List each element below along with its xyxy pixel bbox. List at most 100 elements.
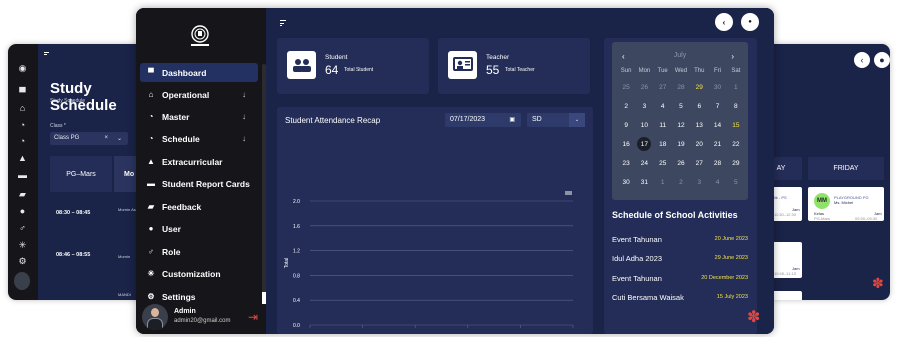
calendar-day[interactable]: 5 (672, 103, 690, 110)
user-icon[interactable]: ● (18, 207, 27, 216)
chevron-down-icon[interactable]: ↓ (242, 134, 246, 143)
calendar-day[interactable]: 4 (654, 103, 672, 110)
sidebar-item-customization[interactable]: ✳ Customization (140, 264, 258, 283)
calendar-day[interactable]: 31 (635, 179, 653, 186)
sidebar-item-user[interactable]: ● User (140, 219, 258, 238)
calendar-day[interactable]: 13 (690, 122, 708, 129)
back-icon[interactable]: ‹ (715, 13, 733, 31)
calendar-day[interactable]: 4 (708, 179, 726, 186)
sidebar-item-student-report-cards[interactable]: ▬ Student Report Cards (140, 174, 258, 193)
calendar-day[interactable]: 8 (727, 103, 745, 110)
calendar-day[interactable]: 23 (617, 160, 635, 167)
chevron-down-icon[interactable]: ↓ (242, 112, 246, 121)
teacher-icon (448, 51, 477, 79)
extracurricular-icon[interactable]: ▲ (18, 154, 27, 163)
calendar-day[interactable]: 11 (654, 122, 672, 129)
calendar-day[interactable]: 27 (654, 84, 672, 91)
menu-toggle-icon[interactable] (280, 20, 286, 26)
calendar-day[interactable]: 21 (708, 141, 726, 148)
date-picker[interactable]: 07/17/2023 ▣ (445, 113, 521, 127)
breadcrumb: Study Schedule (50, 98, 86, 104)
sidebar-item-extracurricular[interactable]: ▲ Extracurricular (140, 152, 258, 171)
activity-item[interactable]: Cuti Bersama Waisak 15 July 2023 (612, 293, 748, 307)
calendar-day[interactable]: 10 (635, 122, 653, 129)
sidebar-item-role[interactable]: ♂ Role (140, 242, 258, 261)
activity-item[interactable]: Idul Adha 2023 29 June 2023 (612, 254, 748, 268)
calendar-day[interactable]: 28 (708, 160, 726, 167)
sidebar-item-label: Student Report Cards (162, 178, 250, 189)
calendar-day[interactable]: 25 (654, 160, 672, 167)
avatar[interactable] (14, 272, 30, 290)
admin-profile[interactable]: Admin admin20@gmail.com ⇥ (140, 304, 262, 330)
weekday-label: Mon (638, 68, 651, 74)
calendar-day[interactable]: 3 (635, 103, 653, 110)
activity-item[interactable]: Event Tahunan 20 June 2023 (612, 235, 748, 249)
sidebar-item-dashboard[interactable]: ▀ Dashboard (140, 63, 258, 82)
chevron-down-icon[interactable]: ⌄ (117, 135, 122, 142)
calendar-day[interactable]: 24 (635, 160, 653, 167)
back-icon[interactable]: ‹ (854, 52, 870, 68)
calendar-day[interactable]: 2 (672, 179, 690, 186)
calendar-day[interactable]: 26 (672, 160, 690, 167)
calendar-day[interactable]: 25 (617, 84, 635, 91)
menu-toggle-icon[interactable] (44, 52, 49, 56)
magic-icon[interactable]: ✳ (18, 241, 27, 250)
calendar-day[interactable]: 30 (708, 84, 726, 91)
bell-icon[interactable]: ● (874, 52, 890, 68)
schedule-cell[interactable]: Mornin (118, 254, 130, 259)
schedule-card[interactable]: MM PLAYGROUND PG Ms. Michel Kelas Jam PG… (808, 187, 884, 221)
calendar-day[interactable]: 1 (654, 179, 672, 186)
sidebar-item-schedule[interactable]: ◔ Schedule ↓ (140, 129, 258, 148)
student-stat-card[interactable]: Student 64 Total Student (277, 38, 429, 94)
report-icon[interactable]: ▬ (18, 171, 27, 180)
calendar-day[interactable]: 20 (690, 141, 708, 148)
building-icon[interactable]: ⌂ (18, 104, 27, 113)
stat-caption: Total Teacher (505, 67, 535, 73)
schedule-icon[interactable]: ◔ (18, 137, 27, 146)
chevron-right-icon[interactable]: › (731, 52, 734, 61)
pie-icon[interactable]: ◔ (18, 121, 27, 130)
notification-bell-icon[interactable]: ● (741, 13, 759, 31)
dashboard-icon[interactable]: ▀ (18, 88, 27, 97)
calendar-day[interactable]: 9 (617, 122, 635, 129)
calendar-day[interactable]: 27 (690, 160, 708, 167)
class-select-value: SD (532, 116, 542, 123)
chevron-down-icon[interactable]: ⌄ (569, 113, 585, 127)
class-select[interactable]: Class PG × ⌄ (50, 132, 128, 145)
calendar-icon[interactable]: ▣ (509, 116, 515, 123)
calendar-day[interactable]: 15 (727, 122, 745, 129)
calendar-day[interactable]: 22 (727, 141, 745, 148)
calendar-day[interactable]: 3 (690, 179, 708, 186)
calendar-day[interactable]: 2 (617, 103, 635, 110)
feedback-icon[interactable]: ▰ (18, 190, 27, 199)
sidebar-item-master[interactable]: ◔ Master ↓ (140, 107, 258, 126)
sidebar-item-feedback[interactable]: ▰ Feedback (140, 197, 258, 216)
calendar-day[interactable]: 6 (690, 103, 708, 110)
calendar-day[interactable]: 7 (708, 103, 726, 110)
chevron-down-icon[interactable]: ↓ (242, 90, 246, 99)
calendar-day[interactable]: 18 (654, 141, 672, 148)
calendar-day-today[interactable]: 17 (635, 137, 653, 151)
calendar-day[interactable]: 5 (727, 179, 745, 186)
class-select[interactable]: SD ⌄ (527, 113, 585, 127)
calendar-day[interactable]: 29 (690, 84, 708, 91)
logout-icon[interactable]: ⇥ (248, 310, 258, 324)
calendar-day[interactable]: 30 (617, 179, 635, 186)
calendar-day[interactable]: 28 (672, 84, 690, 91)
calendar-day[interactable]: 19 (672, 141, 690, 148)
calendar-day[interactable]: 26 (635, 84, 653, 91)
calendar-day[interactable]: 1 (727, 84, 745, 91)
calendar-day[interactable]: 14 (708, 122, 726, 129)
teacher-stat-card[interactable]: Teacher 55 Total Teacher (438, 38, 590, 94)
gear-icon[interactable]: ⚙ (18, 257, 27, 266)
activity-item[interactable]: Event Tahunan 20 December 2023 (612, 274, 748, 288)
clear-icon[interactable]: × (104, 135, 108, 141)
role-icon[interactable]: ♂ (18, 224, 27, 233)
schedule-cell[interactable]: MANDI (118, 292, 131, 297)
calendar-day[interactable]: 16 (617, 141, 635, 148)
legend-swatch[interactable] (565, 191, 572, 195)
sidebar-item-operational[interactable]: ⌂ Operational ↓ (140, 85, 258, 104)
calendar-day[interactable]: 12 (672, 122, 690, 129)
calendar-day[interactable]: 29 (727, 160, 745, 167)
flower-logo-icon: ✽ (747, 309, 761, 326)
